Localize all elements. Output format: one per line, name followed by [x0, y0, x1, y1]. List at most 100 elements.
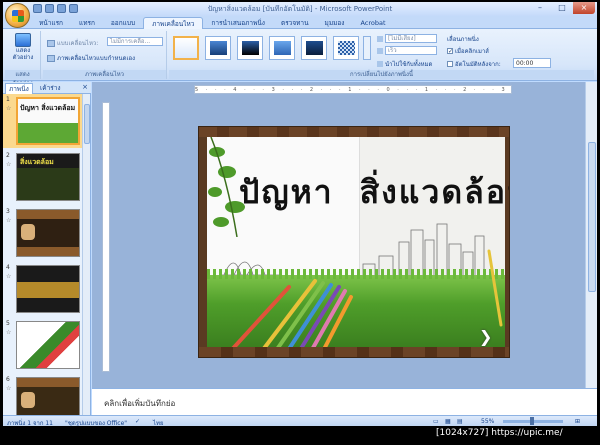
current-slide[interactable]: ปัญหา สิ่งแวดล้อม ❯	[198, 126, 510, 358]
close-button[interactable]: ×	[573, 2, 595, 14]
tab-outline[interactable]: เค้าร่าง	[37, 83, 64, 94]
title-word-1: ปัญหา	[239, 173, 334, 211]
slide-number: 2	[6, 152, 10, 159]
title-word-2: สิ่งแวดล้อม	[359, 173, 509, 211]
slide-title[interactable]: ปัญหา สิ่งแวดล้อม	[239, 167, 509, 218]
slide-number: 3	[6, 208, 10, 215]
tab-design[interactable]: ออกแบบ	[103, 17, 143, 29]
speed-icon	[377, 47, 383, 54]
minimize-button[interactable]: –	[529, 2, 551, 14]
preview-group-label: แสดงตัวอย่าง	[5, 70, 40, 87]
transition-fade-thumb[interactable]	[205, 36, 231, 60]
transition-group: [ไม่มีเสียง] เร็ว นำไปใช้กับทั้งหมด เลื่…	[169, 31, 594, 79]
preview-button[interactable]: แสดงตัวอย่าง	[11, 33, 35, 61]
spellcheck-icon[interactable]: ✓	[135, 418, 140, 425]
slideshow-view-icon[interactable]: ▤	[457, 418, 463, 425]
animations-group-label: ภาพเคลื่อนไหว	[43, 70, 166, 79]
zoom-slider-thumb[interactable]	[530, 417, 534, 425]
tab-review[interactable]: ตรวจทาน	[273, 17, 317, 29]
preview-label: แสดงตัวอย่าง	[12, 47, 34, 61]
tab-insert[interactable]: แทรก	[71, 17, 103, 29]
auto-after-option[interactable]: อัตโนมัติหลังจาก:	[447, 59, 501, 69]
slide-editing-area: 5 · · · 4 · · · 3 · · · 2 · · · 1 · · · …	[92, 82, 597, 388]
fit-window-icon[interactable]: ⊞	[575, 418, 580, 425]
panel-tabs: ภาพนิ่ง เค้าร่าง ×	[3, 82, 91, 94]
apply-all-button[interactable]: นำไปใช้กับทั้งหมด	[377, 59, 432, 69]
transition-star-icon: ☆	[6, 161, 12, 168]
tab-slides[interactable]: ภาพนิ่ง	[5, 83, 33, 94]
transition-none-thumb[interactable]	[173, 36, 199, 60]
slide-thumbnail-4[interactable]: 4 ☆	[3, 262, 83, 316]
transition-star-icon: ☆	[6, 329, 12, 336]
on-click-option[interactable]: ✓ เมื่อคลิกเมาส์	[447, 46, 489, 56]
maximize-button[interactable]: □	[551, 2, 573, 14]
tab-view[interactable]: มุมมอง	[317, 17, 353, 29]
transition-cut-thumb[interactable]	[269, 36, 295, 60]
tab-acrobat[interactable]: Acrobat	[352, 17, 393, 29]
ribbon: แสดงตัวอย่าง แสดงตัวอย่าง แบบเคลื่อนไหว:…	[3, 29, 597, 87]
editor-scrollbar[interactable]	[585, 82, 597, 388]
auto-after-checkbox[interactable]	[447, 61, 453, 67]
custom-animation-button[interactable]: ภาพเคลื่อนไหวแบบกำหนดเอง	[47, 53, 135, 63]
notes-placeholder: คลิกเพื่อเพิ่มบันทึกย่อ	[104, 399, 176, 408]
transition-star-icon: ☆	[6, 385, 12, 392]
colored-pencils	[225, 279, 353, 357]
apply-all-label: นำไปใช้กับทั้งหมด	[385, 61, 433, 68]
transition-cut-black-thumb[interactable]	[301, 36, 327, 60]
sound-dropdown[interactable]: [ไม่มีเสียง]	[385, 34, 437, 43]
on-click-checkbox[interactable]: ✓	[447, 48, 453, 55]
window-title: ปัญหาสิ่งแวดล้อม [บันทึกอัตโนมัติ] - Mic…	[207, 5, 393, 13]
animate-text: แบบเคลื่อนไหว:	[57, 40, 99, 47]
slide-thumbnails: 1 ☆ ปัญหา สิ่งแวดล้อม 2 ☆ สิ่งแวดล้อม 3 …	[3, 94, 83, 415]
custom-animation-label: ภาพเคลื่อนไหวแบบกำหนดเอง	[57, 55, 136, 62]
normal-view-icon[interactable]: ▭	[433, 418, 439, 425]
custom-animation-icon	[47, 54, 55, 62]
slide-thumb-title: ปัญหา สิ่งแวดล้อม	[20, 103, 76, 112]
slide-number: 5	[6, 320, 10, 327]
transition-gallery-more[interactable]	[363, 36, 371, 60]
animate-dropdown[interactable]: ไม่มีการเคลื่อ...	[107, 37, 163, 46]
tab-animations[interactable]: ภาพเคลื่อนไหว	[143, 17, 204, 29]
slide-thumbnail-6[interactable]: 6 ☆	[3, 374, 83, 415]
status-bar: ภาพนิ่ง 1 จาก 11 "ชุดรูปแบบของ Office" ✓…	[3, 415, 597, 426]
slide-thumb-title: สิ่งแวดล้อม	[20, 158, 54, 166]
transition-group-label: การเปลี่ยนไปยังภาพนิ่งนี้	[169, 70, 594, 79]
wood-border-top	[199, 127, 509, 137]
auto-after-label: อัตโนมัติหลังจาก:	[455, 61, 501, 68]
slide-thumbnail-3[interactable]: 3 ☆	[3, 206, 83, 260]
preview-icon	[15, 33, 31, 47]
office-logo-icon	[12, 10, 24, 22]
slide-number: 1	[6, 96, 10, 103]
powerpoint-window: ปัญหาสิ่งแวดล้อม [บันทึกอัตโนมัติ] - Mic…	[3, 2, 597, 426]
title-bar: ปัญหาสิ่งแวดล้อม [บันทึกอัตโนมัติ] - Mic…	[3, 2, 597, 16]
language-indicator[interactable]: ไทย	[153, 418, 164, 426]
preview-group: แสดงตัวอย่าง แสดงตัวอย่าง	[5, 31, 41, 87]
speed-control: เร็ว	[377, 46, 437, 55]
tab-home[interactable]: หน้าแรก	[31, 17, 71, 29]
zoom-level[interactable]: 55%	[481, 418, 494, 425]
animate-icon	[47, 39, 55, 47]
close-panel-icon[interactable]: ×	[82, 83, 88, 91]
slide-thumbnail-5[interactable]: 5 ☆	[3, 318, 83, 372]
sound-control: [ไม่มีเสียง]	[377, 34, 437, 43]
auto-after-time-input[interactable]: 00:00	[513, 58, 551, 68]
slides-scrollbar[interactable]	[82, 94, 90, 415]
office-button[interactable]	[5, 3, 30, 28]
horizontal-ruler: 5 · · · 4 · · · 3 · · · 2 · · · 1 · · · …	[194, 85, 512, 94]
tab-slideshow[interactable]: การนำเสนอภาพนิ่ง	[203, 17, 273, 29]
slide-position: ภาพนิ่ง 1 จาก 11	[7, 420, 54, 426]
transition-fade-black-thumb[interactable]	[237, 36, 263, 60]
animations-group: แบบเคลื่อนไหว: ไม่มีการเคลื่อ... ภาพเคลื…	[43, 31, 167, 79]
transition-dissolve-thumb[interactable]	[333, 36, 359, 60]
window-controls: – □ ×	[529, 2, 595, 14]
speed-dropdown[interactable]: เร็ว	[385, 46, 437, 55]
on-click-label: เมื่อคลิกเมาส์	[455, 48, 489, 55]
slide-sorter-icon[interactable]: ▦	[445, 418, 451, 425]
advance-slide-label: เลื่อนภาพนิ่ง	[447, 36, 479, 43]
apply-all-icon	[377, 61, 383, 67]
animate-label: แบบเคลื่อนไหว:	[47, 38, 98, 48]
slide-thumbnail-2[interactable]: 2 ☆ สิ่งแวดล้อม	[3, 150, 83, 204]
slide-thumbnail-1[interactable]: 1 ☆ ปัญหา สิ่งแวดล้อม	[3, 94, 83, 148]
transition-star-icon: ☆	[6, 217, 12, 224]
notes-pane[interactable]: คลิกเพื่อเพิ่มบันทึกย่อ	[92, 388, 597, 415]
